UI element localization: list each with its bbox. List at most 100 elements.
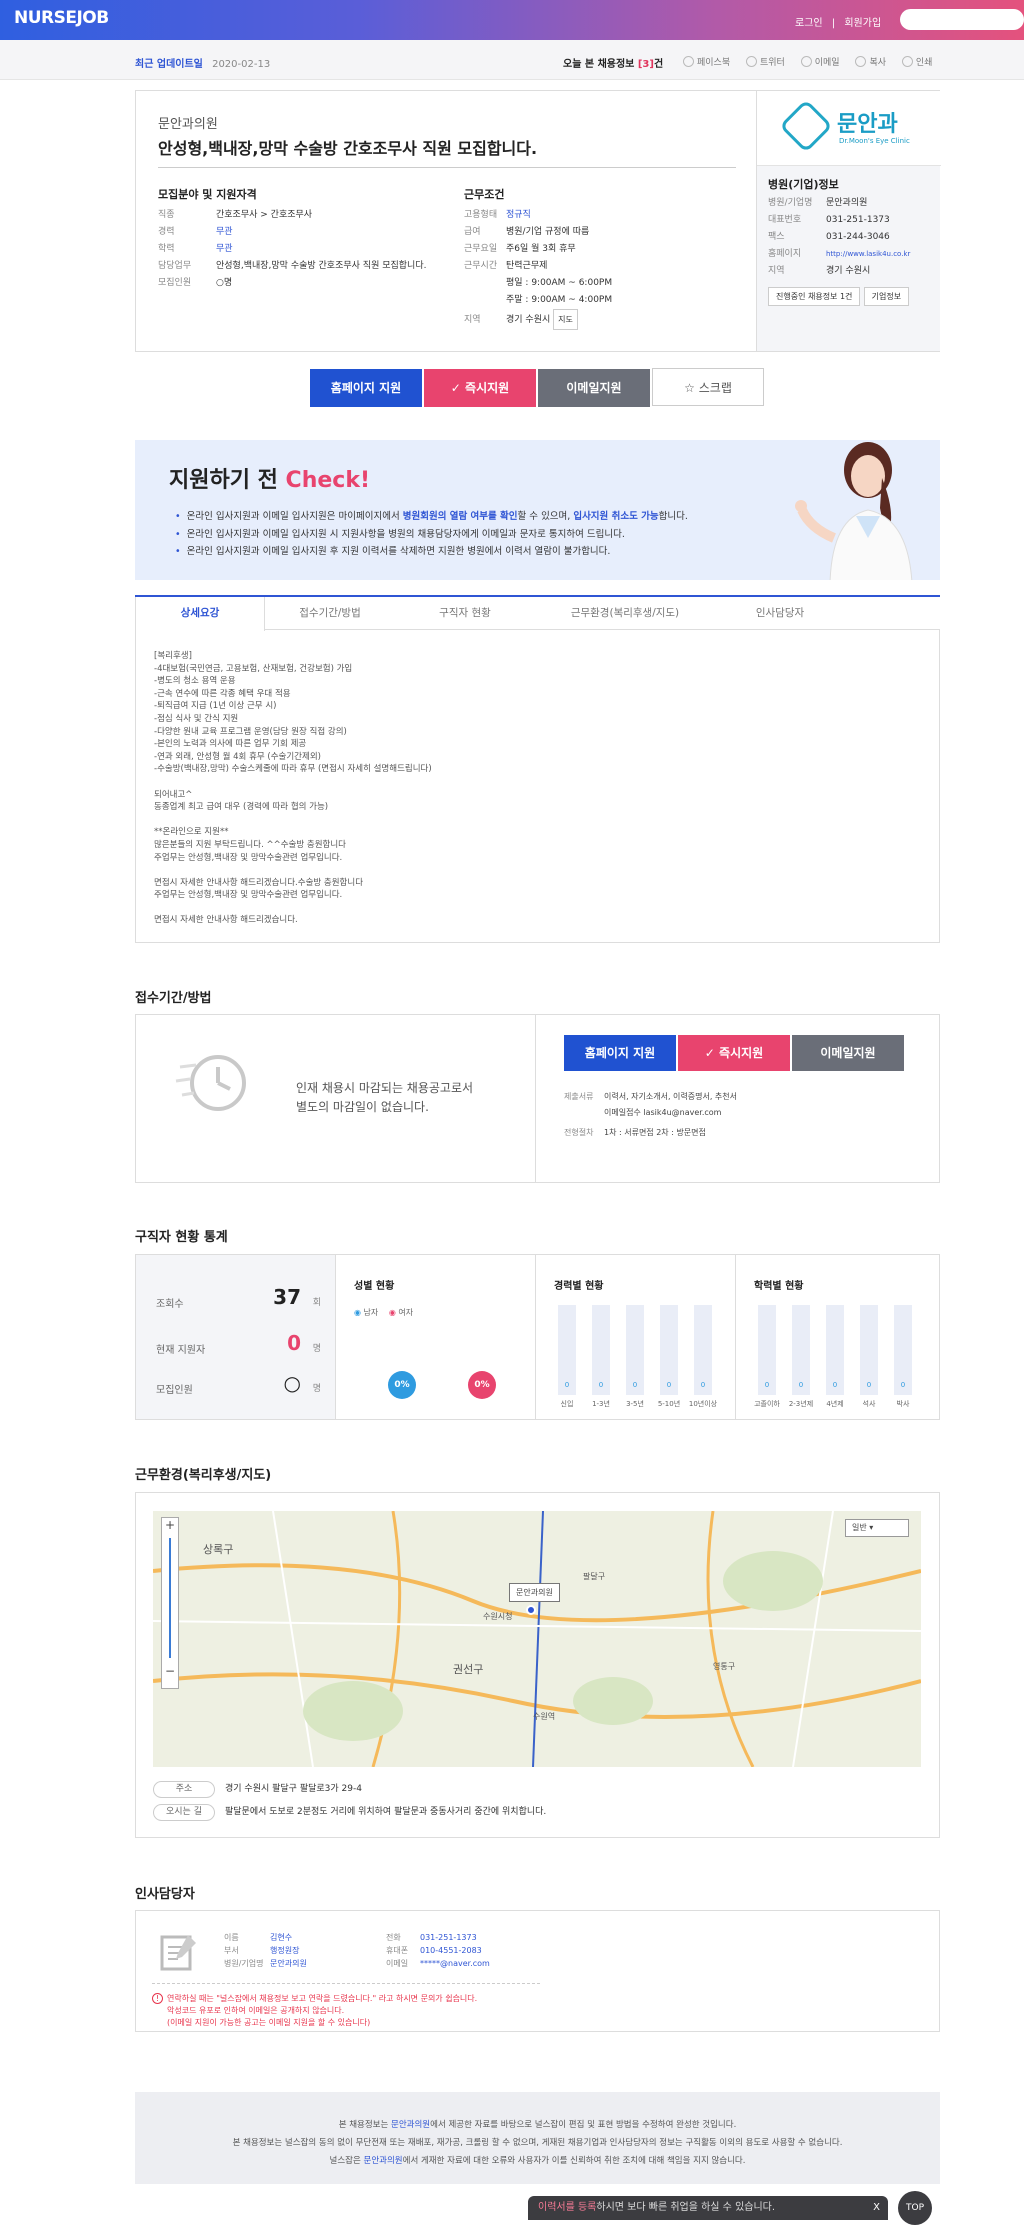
map-type-select[interactable]: 일반 ▾	[845, 1519, 909, 1537]
hospital-info-list: 병원/기업명 문안과의원 대표번호 031-251-1373 팩스 031-244-3…	[768, 198, 911, 276]
map-button[interactable]: 지도	[553, 309, 578, 330]
stat-bar: 0	[694, 1305, 712, 1395]
directions-row: 오시는 길 팔달문에서 도보로 2분정도 거리에 위치하여 팔달문과 중동사거리 …	[153, 1804, 546, 1821]
stats-box: 조회수 37 회 현재 지원자 0 명 모집인원 ○ 명 성별 현황 ◉ 남자 ◉ 여자 0…	[135, 1254, 940, 1420]
hospital-buttons: 진행중인 채용정보 1건 기업정보	[768, 287, 910, 306]
map-label-yeongtong: 영통구	[713, 1662, 736, 1671]
stat-bar-value: 0	[764, 1381, 770, 1389]
login-link[interactable]: 로그인	[795, 18, 823, 29]
receipt-instant-apply-button[interactable]: ✓ 즉시지원	[678, 1035, 790, 1071]
instant-apply-button[interactable]: ✓ 즉시지원	[424, 369, 536, 407]
signup-link[interactable]: 회원가입	[844, 18, 881, 29]
stats-summary: 조회수 37 회 현재 지원자 0 명 모집인원 ○ 명	[136, 1255, 336, 1419]
tab-environment[interactable]: 근무환경(복리후생/지도)	[545, 597, 705, 630]
stat-bar: 0	[660, 1305, 678, 1395]
tab-detail[interactable]: 상세요강	[135, 597, 265, 631]
share-twitter[interactable]: 트위터	[746, 56, 785, 68]
stat-applicants: 현재 지원자 0 명	[156, 1331, 321, 1356]
facebook-icon	[683, 56, 694, 67]
divider	[158, 167, 736, 168]
scrap-button[interactable]: ☆ 스크랩	[652, 368, 764, 406]
tab-manager[interactable]: 인사담당자	[715, 597, 845, 630]
check-title: 지원하기 전 Check!	[169, 468, 370, 493]
map-pin-icon[interactable]	[526, 1605, 536, 1615]
update-label: 최근 업데이트일	[135, 59, 203, 70]
share-email[interactable]: 이메일	[800, 56, 840, 68]
share-print[interactable]: 인쇄	[901, 56, 932, 68]
address-row: 주소 경기 수원시 팔달구 팔달로3가 29-4	[153, 1781, 362, 1798]
check-banner: 지원하기 전 Check! 온라인 입사지원과 이메일 입사지원은 마이페이지에…	[135, 440, 940, 580]
recruit-heading: 모집분야 및 지원자격	[158, 188, 257, 201]
stat-bar-label: 5-10년	[657, 1400, 681, 1408]
clinic-logo-icon	[779, 99, 833, 153]
resume-banner[interactable]: 이력서를 등록하시면 보다 빠른 취업을 하실 수 있습니다. X	[528, 2196, 888, 2220]
female-ratio: 0%	[468, 1371, 496, 1399]
email-apply-button[interactable]: 이메일지원	[538, 369, 650, 407]
stat-bar-value: 0	[832, 1381, 838, 1389]
top-header: NURSEJOB 로그인 | 회원가입	[0, 0, 1024, 40]
manager-heading: 인사담당자	[135, 1887, 195, 1902]
stat-bar-label: 4년제	[826, 1400, 844, 1408]
clock-icon	[175, 1055, 246, 1111]
job-summary-card: 문안과의원 안성형,백내장,망막 수술방 간호조무사 직원 모집합니다. 모집분…	[135, 90, 941, 352]
stat-bar-label: 10년이상	[688, 1400, 718, 1408]
hospital-info-heading: 병원(기업)정보	[768, 178, 839, 191]
zoom-in-icon[interactable]: +	[162, 1518, 178, 1532]
map-zoom-control[interactable]: + −	[161, 1517, 179, 1689]
contact-card-icon	[160, 1935, 196, 1971]
share-copy[interactable]: 복사	[855, 56, 886, 68]
copy-icon	[855, 56, 867, 67]
map-marker-label: 문안과의원	[509, 1583, 560, 1602]
today-viewed-unit: 건	[653, 59, 664, 70]
share-facebook[interactable]: 페이스북	[683, 56, 730, 68]
stat-bar-value: 0	[900, 1381, 906, 1389]
location-map[interactable]: 상록구 권선구 수원시청 수원역 팔달구 영통구 문안과의원 일반 ▾ + −	[153, 1511, 921, 1767]
stat-bar-value: 0	[666, 1381, 672, 1389]
zoom-out-icon[interactable]: −	[162, 1664, 178, 1678]
stat-bar-label: 신입	[560, 1400, 574, 1408]
site-logo[interactable]: NURSEJOB	[14, 8, 109, 28]
stat-views: 조회수 37 회	[156, 1285, 321, 1310]
today-viewed-label: 오늘 본 채용정보	[563, 59, 635, 70]
stat-bar: 0	[826, 1305, 844, 1395]
stat-recruit: 모집인원 ○ 명	[156, 1371, 321, 1396]
stat-bar: 0	[626, 1305, 644, 1395]
stat-bar-value: 0	[564, 1381, 570, 1389]
tab-receipt[interactable]: 접수기간/방법	[265, 597, 395, 630]
receipt-email-apply-button[interactable]: 이메일지원	[792, 1035, 904, 1071]
receipt-box: 인재 채용시 마감되는 채용공고로서 별도의 마감일이 없습니다. 홈페이지 지…	[135, 1014, 940, 1183]
stats-heading: 구직자 현황 통계	[135, 1230, 228, 1245]
manager-notice: ! 연락하실 때는 "널스잡에서 채용정보 보고 연락을 드렸습니다." 라고 하…	[152, 1993, 477, 2029]
alert-icon: !	[152, 1993, 163, 2004]
header-search-input[interactable]	[900, 9, 1024, 30]
ongoing-jobs-button[interactable]: 진행중인 채용정보 1건	[768, 287, 861, 306]
stat-bar-label: 석사	[862, 1400, 876, 1408]
stat-bar: 0	[558, 1305, 576, 1395]
receipt-apply-buttons: 홈페이지 지원 ✓ 즉시지원 이메일지원	[564, 1035, 906, 1071]
apply-buttons: 홈페이지 지원 ✓ 즉시지원 이메일지원 ☆ 스크랩	[310, 368, 766, 407]
detail-text: [복리후생] -4대보험(국민연금, 고용보험, 산재보험, 건강보험) 가입 …	[154, 651, 432, 926]
manager-info-right: 전화 031-251-1373 휴대폰 010-4551-2083 이메일 *****…	[386, 1933, 490, 1968]
detail-tabs: 상세요강 접수기간/방법 구직자 현황 근무환경(복리후생/지도) 인사담당자	[135, 595, 940, 631]
share-bar: 페이스북 트위터 이메일 복사 인쇄	[683, 55, 945, 68]
header-links: 로그인 | 회원가입	[795, 18, 882, 29]
homepage-link[interactable]: http://www.lasik4u.co.kr	[826, 250, 910, 258]
disclaimer-footer: 본 채용정보는 문안과의원에서 제공한 자료를 바탕으로 널스잡이 편집 및 표…	[135, 2092, 940, 2184]
receipt-details: 제출서류 이력서, 자기소개서, 이력증명서, 추천서 이메일접수 lasik4u…	[564, 1092, 738, 1137]
stat-bar-label: 1-3년	[592, 1400, 610, 1408]
print-icon	[901, 56, 913, 67]
close-icon[interactable]: X	[873, 2196, 880, 2220]
star-icon: ☆	[684, 381, 695, 395]
stat-bar-value: 0	[866, 1381, 872, 1389]
stat-bar-label: 3-5년	[626, 1400, 644, 1408]
update-date: 2020-02-13	[212, 59, 271, 70]
check-item: 온라인 입사지원과 이메일 입사지원 후 지원 이력서를 삭제하면 지원한 병원…	[175, 543, 688, 561]
map-canvas	[153, 1511, 921, 1767]
conditions-list: 고용형태 정규직 급여 병원/기업 규정에 따름 근무요일 주6일 월 3회 휴무 근…	[464, 207, 612, 330]
today-viewed[interactable]: 오늘 본 채용정보 [3]건	[563, 55, 663, 70]
stat-bar-label: 2-3년제	[788, 1400, 814, 1408]
receipt-homepage-apply-button[interactable]: 홈페이지 지원	[564, 1035, 676, 1071]
tab-applicants[interactable]: 구직자 현황	[400, 597, 530, 630]
homepage-apply-button[interactable]: 홈페이지 지원	[310, 369, 422, 407]
company-info-button[interactable]: 기업정보	[863, 287, 910, 306]
